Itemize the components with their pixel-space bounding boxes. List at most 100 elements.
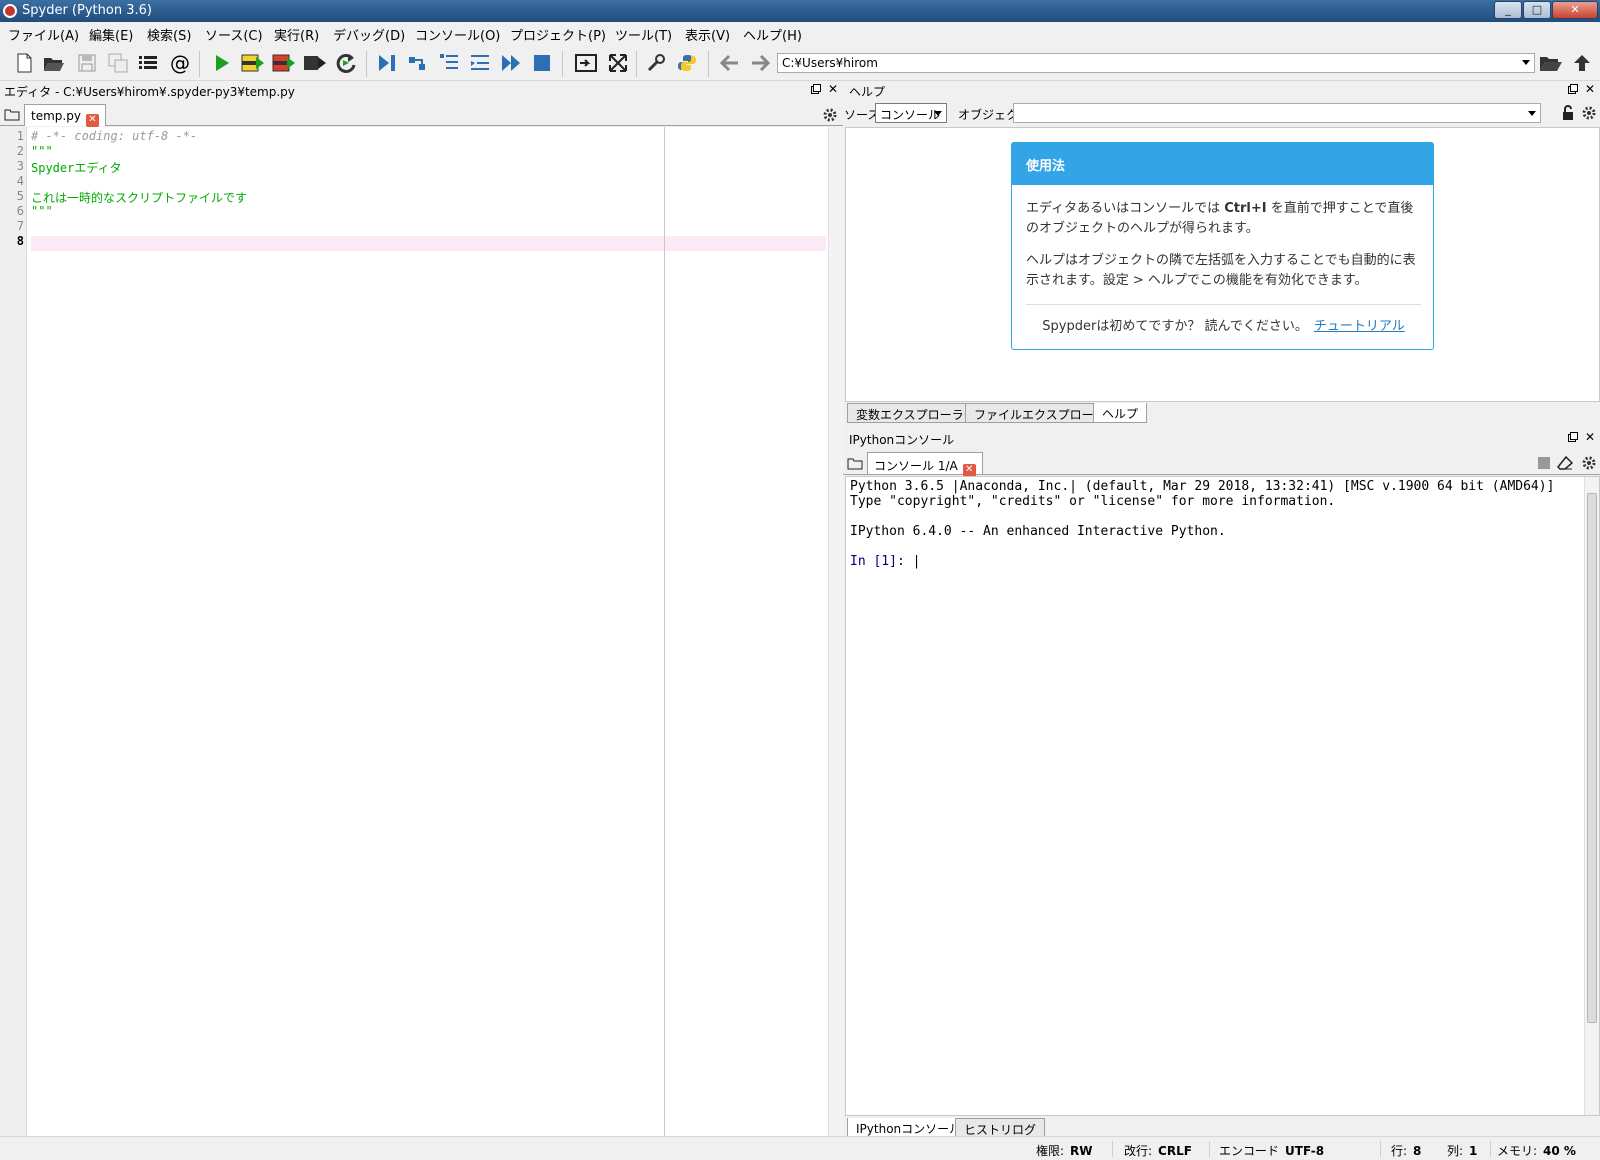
tab-ipython-console[interactable]: IPythonコンソール xyxy=(847,1118,971,1138)
tab-history-log[interactable]: ヒストリログ xyxy=(955,1118,1046,1138)
menu-view[interactable]: 表示(V) xyxy=(685,25,730,44)
help-toolbar: ソース コンソール オブジェクト xyxy=(843,102,1600,126)
status-label: 権限: xyxy=(1036,1144,1065,1158)
toolbar-separator xyxy=(636,51,637,77)
status-permissions: 権限: RW xyxy=(1036,1142,1093,1159)
undock-icon[interactable] xyxy=(1568,432,1578,445)
console-line: Python 3.6.5 |Anaconda, Inc.| (default, … xyxy=(850,479,1555,494)
close-pane-icon[interactable]: ✕ xyxy=(828,82,838,96)
code-line: # -*- coding: utf-8 -*- xyxy=(31,129,198,143)
menu-console[interactable]: コンソール(O) xyxy=(415,25,500,44)
tab-console-1a[interactable]: コンソール 1/A ✕ xyxy=(867,452,983,477)
run-cell-advance-icon[interactable] xyxy=(272,51,296,75)
ipython-console[interactable]: Python 3.6.5 |Anaconda, Inc.| (default, … xyxy=(845,476,1600,1116)
console-scrollbar[interactable] xyxy=(1584,477,1599,1115)
maximize-pane-icon[interactable] xyxy=(574,51,598,75)
source-select-value: コンソール xyxy=(880,108,941,122)
undock-icon[interactable] xyxy=(1568,84,1578,97)
run-icon[interactable] xyxy=(210,51,234,75)
console-tab-bar: コンソール 1/A ✕ xyxy=(843,450,1600,477)
save-icon[interactable] xyxy=(75,51,99,75)
menu-debug[interactable]: デバッグ(D) xyxy=(333,25,405,44)
rerun-icon[interactable] xyxy=(334,51,358,75)
tab-temp-py[interactable]: temp.py ✕ xyxy=(24,104,106,127)
step-into-icon[interactable] xyxy=(437,51,461,75)
save-all-icon[interactable] xyxy=(106,51,130,75)
maximize-button[interactable]: □ xyxy=(1523,1,1551,19)
menu-run[interactable]: 実行(R) xyxy=(274,25,319,44)
gear-icon[interactable] xyxy=(1581,455,1597,474)
status-label: エンコード xyxy=(1219,1144,1280,1158)
parent-dir-icon[interactable] xyxy=(1570,51,1594,75)
prompt-text: In [1]: xyxy=(850,554,913,569)
help-pane-title: ヘルプ xyxy=(845,81,1600,99)
toolbar-separator xyxy=(199,51,200,77)
minimize-button[interactable]: _ xyxy=(1494,1,1522,19)
close-pane-icon[interactable]: ✕ xyxy=(1585,430,1595,444)
close-pane-icon[interactable]: ✕ xyxy=(1585,82,1595,96)
fullscreen-icon[interactable] xyxy=(606,51,630,75)
menu-file[interactable]: ファイル(A) xyxy=(8,25,79,44)
browse-tabs-icon[interactable] xyxy=(4,107,20,124)
gear-icon[interactable] xyxy=(822,107,838,126)
step-return-icon[interactable] xyxy=(468,51,492,75)
working-directory-combo[interactable]: C:¥Users¥hirom xyxy=(777,53,1535,73)
menu-search[interactable]: 検索(S) xyxy=(147,25,191,44)
preferences-icon[interactable] xyxy=(644,51,668,75)
chevron-down-icon xyxy=(1528,111,1536,116)
run-selection-icon[interactable] xyxy=(303,51,327,75)
object-combo[interactable] xyxy=(1013,103,1541,123)
outline-icon[interactable] xyxy=(136,51,160,75)
tutorial-link[interactable]: チュートリアル xyxy=(1314,319,1405,334)
at-icon[interactable]: @ xyxy=(168,51,192,75)
title-bar: Spyder (Python 3.6) _ □ ✕ xyxy=(0,0,1600,22)
scrollbar-thumb[interactable] xyxy=(1587,493,1597,1023)
close-tab-icon[interactable]: ✕ xyxy=(85,114,99,127)
menu-projects[interactable]: プロジェクト(P) xyxy=(510,25,606,44)
stop-kernel-icon[interactable] xyxy=(1537,456,1551,473)
editor-scrollbar[interactable] xyxy=(828,127,843,1136)
menu-help[interactable]: ヘルプ(H) xyxy=(743,25,802,44)
gear-icon[interactable] xyxy=(1581,105,1597,124)
back-icon[interactable] xyxy=(718,51,742,75)
status-value: CRLF xyxy=(1158,1144,1192,1158)
browse-folder-icon[interactable] xyxy=(1539,51,1563,75)
menu-edit[interactable]: 編集(E) xyxy=(89,25,133,44)
close-window-button[interactable]: ✕ xyxy=(1552,1,1598,19)
forward-icon[interactable] xyxy=(748,51,772,75)
run-cell-icon[interactable] xyxy=(241,51,265,75)
tab-label: temp.py xyxy=(31,109,81,123)
new-file-icon[interactable] xyxy=(12,51,36,75)
usage-text: エディタあるいはコンソールでは xyxy=(1026,201,1225,216)
help-bottom-tabs: 変数エクスプローラー ファイルエクスプローラー ヘルプ xyxy=(847,403,1247,423)
status-line: 行: 8 xyxy=(1391,1142,1421,1159)
open-file-icon[interactable] xyxy=(42,51,66,75)
console-line: Type "copyright", "credits" or "license"… xyxy=(850,494,1336,509)
code-editor[interactable]: 1 2 3 4 5 6 7 8 # -*- coding: utf-8 -*- … xyxy=(0,127,843,1136)
status-label: 列: xyxy=(1447,1144,1464,1158)
undock-icon[interactable] xyxy=(811,84,821,97)
menu-source[interactable]: ソース(C) xyxy=(205,25,263,44)
source-select[interactable]: コンソール xyxy=(875,103,947,123)
menu-tools[interactable]: ツール(T) xyxy=(615,25,672,44)
status-column: 列: 1 xyxy=(1447,1142,1477,1159)
spyder-logo-icon xyxy=(3,4,17,18)
continue-icon[interactable] xyxy=(499,51,523,75)
lock-icon[interactable] xyxy=(1561,105,1575,124)
input-prompt[interactable]: In [1]: | xyxy=(850,554,920,569)
code-line: これは一時的なスクリプトファイルです xyxy=(31,191,248,205)
shortcut-key: Ctrl+I xyxy=(1224,201,1267,216)
usage-footer: Spypderは初めてですか？ 読んでください。 チュートリアル xyxy=(1012,315,1435,334)
window-title: Spyder (Python 3.6) xyxy=(22,3,152,18)
chevron-down-icon xyxy=(934,111,942,116)
debug-icon[interactable] xyxy=(375,51,399,75)
code-line: """ xyxy=(31,144,53,158)
stop-icon[interactable] xyxy=(530,51,554,75)
browse-tabs-icon[interactable] xyxy=(847,456,863,473)
divider xyxy=(1380,1141,1381,1157)
step-icon[interactable] xyxy=(406,51,430,75)
tab-help[interactable]: ヘルプ xyxy=(1093,403,1148,423)
tab-variable-explorer[interactable]: 変数エクスプローラー xyxy=(847,403,985,423)
python-path-icon[interactable] xyxy=(675,51,699,75)
eraser-icon[interactable] xyxy=(1556,455,1574,473)
